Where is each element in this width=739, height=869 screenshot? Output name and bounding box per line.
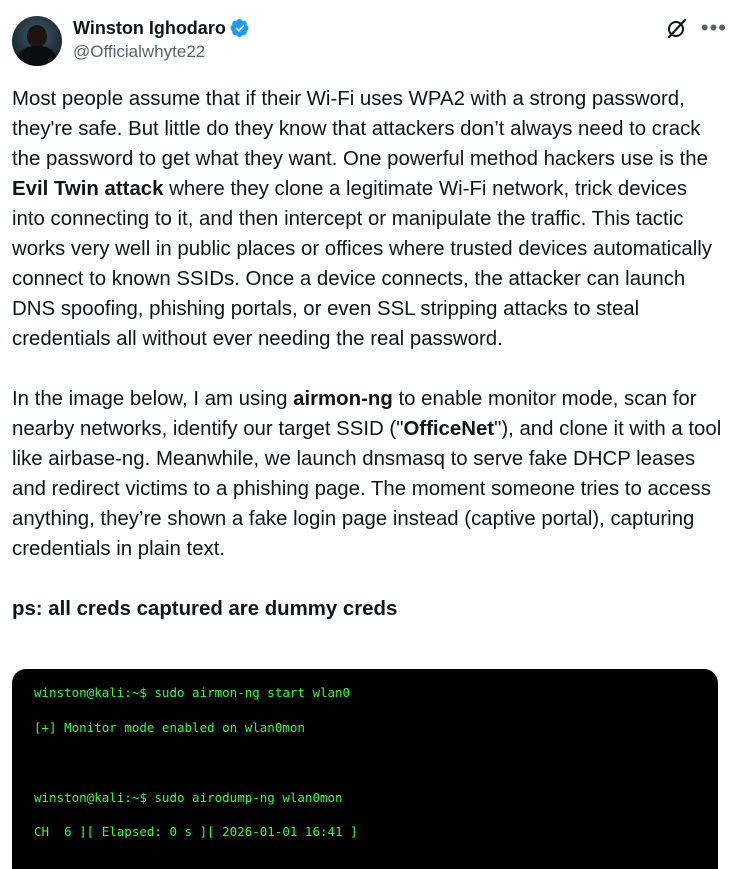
- author-handle[interactable]: @Officialwhyte22: [73, 42, 250, 62]
- terminal-line: [+] Monitor mode enabled on wlan0mon: [34, 720, 305, 735]
- terminal-screenshot-image[interactable]: winston@kali:~$ sudo airmon-ng start wla…: [12, 669, 718, 869]
- grok-icon[interactable]: [665, 16, 689, 40]
- verified-badge-icon: [230, 19, 249, 37]
- terminal-line: CH 6 ][ Elapsed: 0 s ][ 2026-01-01 16:41…: [34, 824, 358, 839]
- tweet-header: Winston Ighodaro @Officialwhyte22 •••: [12, 14, 727, 68]
- author-block: Winston Ighodaro @Officialwhyte22: [73, 16, 250, 62]
- more-options-icon[interactable]: •••: [701, 16, 727, 40]
- bold-phrase: airmon-ng: [293, 388, 393, 410]
- avatar-body: [18, 46, 56, 66]
- bold-phrase: OfficeNet: [403, 418, 495, 440]
- ps-note: ps: all creds captured are dummy creds: [12, 598, 398, 620]
- name-row: Winston Ighodaro: [73, 16, 250, 40]
- avatar[interactable]: [12, 16, 62, 66]
- tweet-text-span: Most people assume that if their Wi-Fi u…: [12, 88, 708, 170]
- author-name[interactable]: Winston Ighodaro: [73, 18, 226, 39]
- tweet-text: Most people assume that if their Wi-Fi u…: [12, 84, 724, 624]
- tweet-text-span: In the image below, I am using: [12, 388, 294, 410]
- avatar-head: [27, 25, 47, 47]
- terminal-line: winston@kali:~$ sudo airmon-ng start wla…: [34, 685, 351, 700]
- tweet-paragraph-3: ps: all creds captured are dummy creds: [12, 594, 724, 624]
- terminal-line: winston@kali:~$ sudo airodump-ng wlan0mo…: [34, 790, 343, 805]
- bold-phrase: Evil Twin attack: [12, 178, 164, 200]
- tweet-paragraph-1: Most people assume that if their Wi-Fi u…: [12, 84, 724, 354]
- tweet-text-span: where they clone a legitimate Wi-Fi netw…: [12, 178, 713, 350]
- header-actions: •••: [665, 16, 727, 40]
- tweet-paragraph-2: In the image below, I am using airmon-ng…: [12, 384, 724, 564]
